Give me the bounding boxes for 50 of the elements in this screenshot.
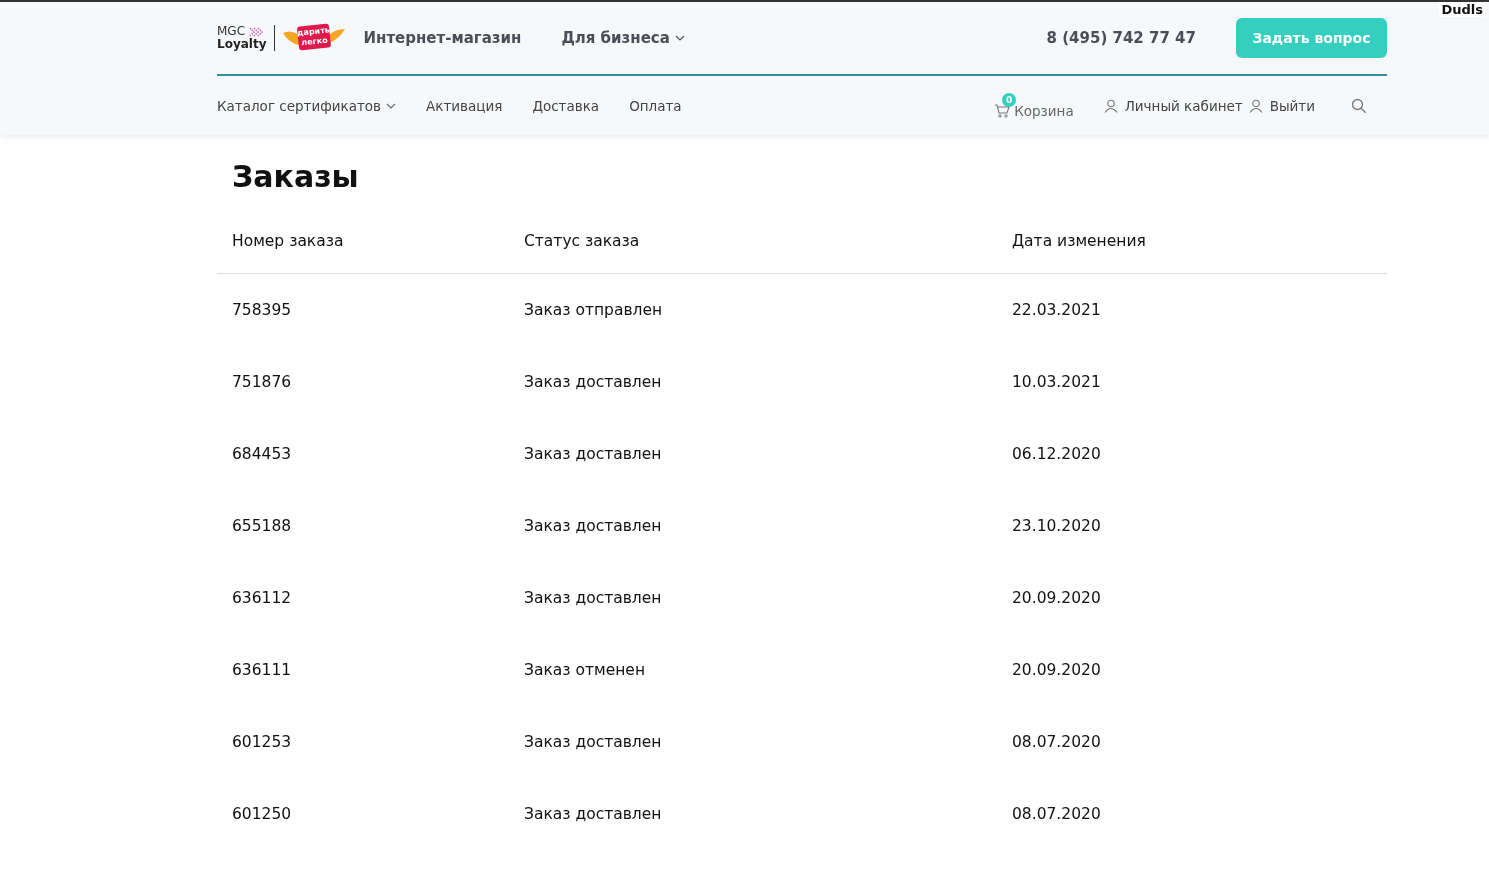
column-header: Номер заказа bbox=[232, 232, 345, 250]
table-cell-text: 684453 bbox=[232, 445, 293, 463]
cart-count-badge: 0 bbox=[1002, 92, 1017, 107]
phone-number[interactable]: 8 (495) 742 77 47 bbox=[1046, 29, 1196, 47]
table-cell-text: 10.03.2021 bbox=[1012, 373, 1102, 391]
page-title: Заказы bbox=[232, 159, 360, 196]
cart-link[interactable]: 0 Корзина bbox=[994, 92, 1074, 119]
table-cell-text: 22.03.2021 bbox=[1012, 301, 1102, 319]
table-cell-text: Заказ доставлен bbox=[524, 589, 663, 607]
nav-link[interactable]: Для бизнеса bbox=[561, 29, 685, 47]
table-cell-text: 758395 bbox=[232, 301, 293, 319]
nav-link[interactable]: Каталог сертификатов bbox=[217, 97, 397, 114]
table-cell-text: Заказ отменен bbox=[524, 661, 646, 679]
table-cell-text: 08.07.2020 bbox=[1012, 733, 1102, 751]
logo-badge: дарить легко bbox=[297, 23, 332, 51]
table-cell-text: 23.10.2020 bbox=[1012, 517, 1102, 535]
table-cell-text: 20.09.2020 bbox=[1012, 661, 1102, 679]
account-link[interactable]: Личный кабинет bbox=[1103, 97, 1243, 114]
table-cell-text: Заказ отправлен bbox=[524, 301, 664, 319]
table-cell-text: Заказ доставлен bbox=[524, 373, 663, 391]
user-icon bbox=[1248, 98, 1263, 113]
cart-icon bbox=[994, 103, 1011, 118]
table-cell-text: 601253 bbox=[232, 733, 293, 751]
logo-text: MGC bbox=[217, 25, 247, 38]
table-cell-text: 20.09.2020 bbox=[1012, 589, 1102, 607]
logo-text: Loyalty bbox=[217, 38, 267, 51]
table-cell-text: 08.07.2020 bbox=[1012, 805, 1102, 823]
user-icon bbox=[1103, 98, 1118, 113]
table-cell-text: 636112 bbox=[232, 589, 293, 607]
table-cell-text: Заказ доставлен bbox=[524, 517, 663, 535]
table-cell-text: 601250 bbox=[232, 805, 293, 823]
user-label: Dudls bbox=[1439, 2, 1485, 17]
nav-link[interactable]: Активация bbox=[426, 97, 503, 114]
table-cell-text: Заказ доставлен bbox=[524, 445, 663, 463]
arrows-icon bbox=[248, 26, 263, 37]
nav-link[interactable]: Интернет-магазин bbox=[363, 29, 522, 47]
search-icon[interactable] bbox=[1351, 97, 1367, 114]
nav-link[interactable]: Доставка bbox=[532, 97, 600, 114]
table-cell-text: 06.12.2020 bbox=[1012, 445, 1102, 463]
table-cell-text: 655188 bbox=[232, 517, 293, 535]
chevron-down-icon bbox=[674, 35, 685, 41]
table-cell-text: 751876 bbox=[232, 373, 293, 391]
nav-link[interactable]: Оплата bbox=[629, 97, 682, 114]
table-cell-text: Заказ доставлен bbox=[524, 733, 663, 751]
column-header: Дата изменения bbox=[1012, 232, 1147, 250]
column-header: Статус заказа bbox=[524, 232, 641, 250]
table-cell-text: 636111 bbox=[232, 661, 293, 679]
logout-link[interactable]: Выйти bbox=[1248, 97, 1315, 114]
chevron-down-icon bbox=[386, 102, 397, 109]
table-cell-text: Заказ доставлен bbox=[524, 805, 663, 823]
